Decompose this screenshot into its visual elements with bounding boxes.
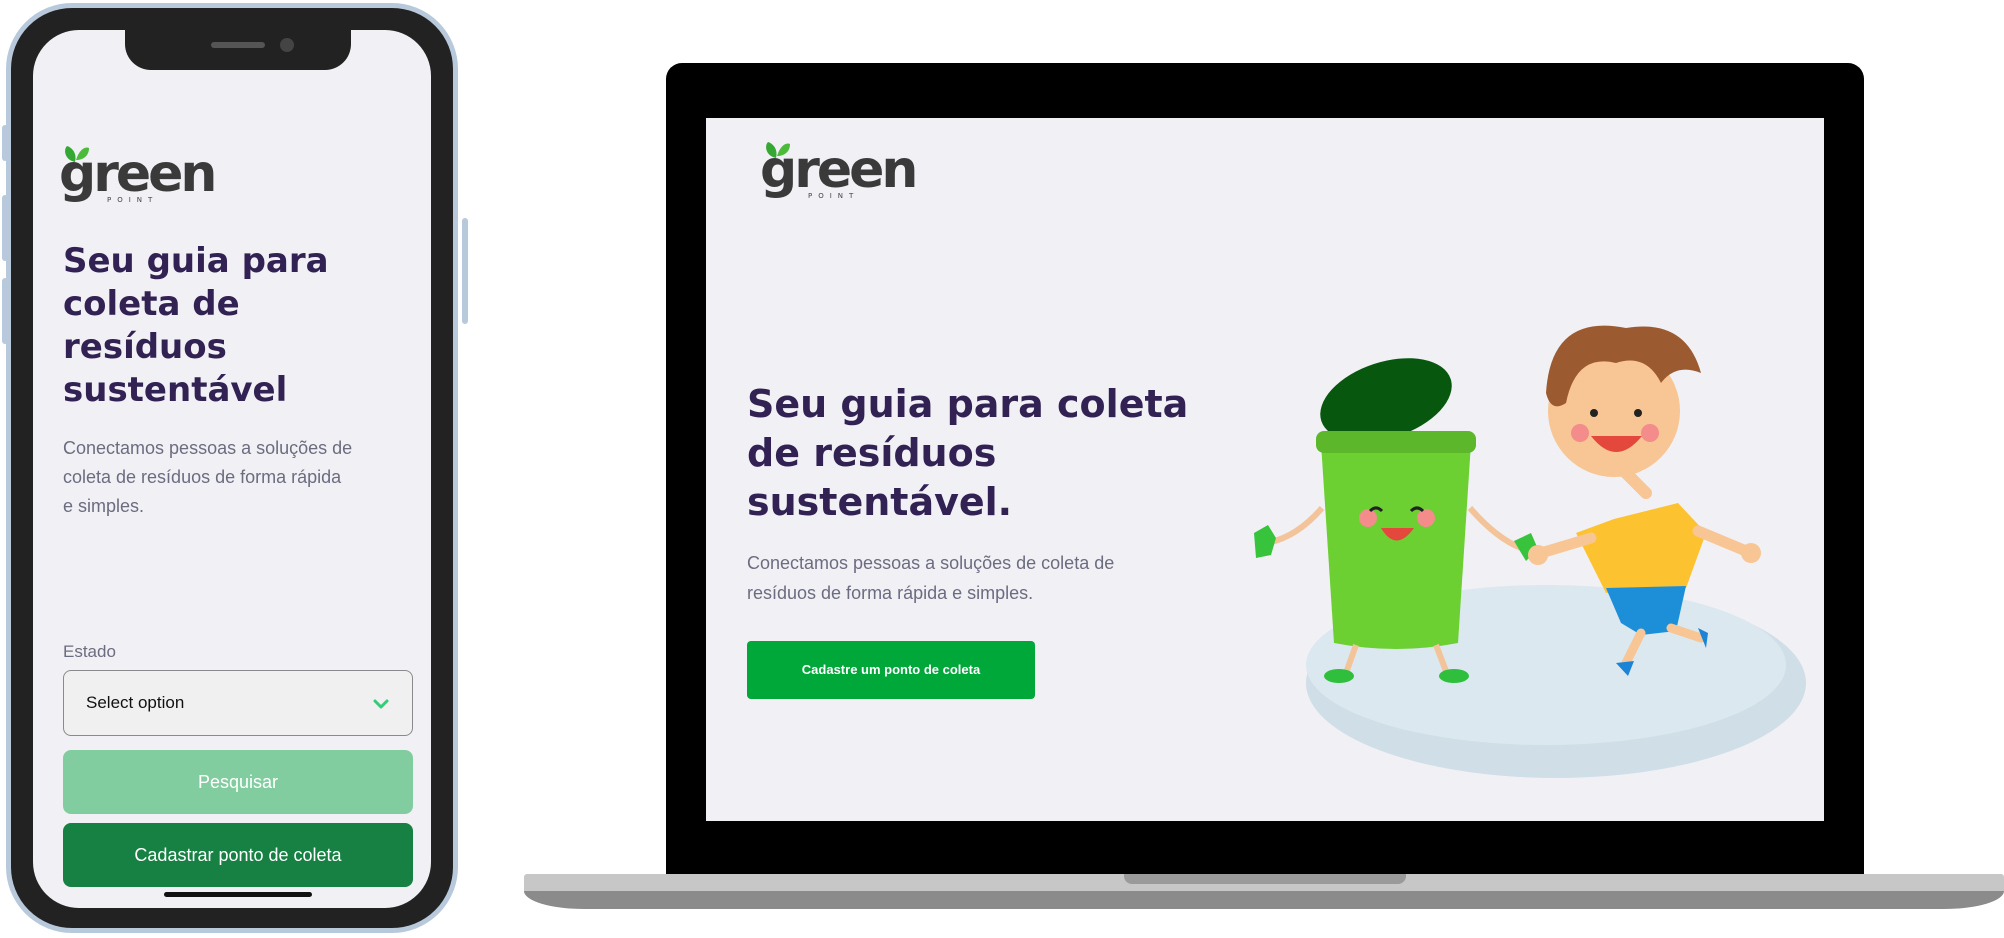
brand-wordmark: green <box>760 140 918 200</box>
phone-power-button <box>462 218 468 324</box>
state-select[interactable]: Select option <box>63 670 413 736</box>
brand-logo: green POINT <box>760 142 918 204</box>
state-select-value: Select option <box>86 693 185 712</box>
desktop-screen: green POINT Seu guia para coleta de resí… <box>706 118 1824 821</box>
boy-shirt <box>1576 503 1706 593</box>
state-label: Estado <box>63 642 116 661</box>
speaker-icon <box>211 42 265 48</box>
hero-title: Seu guia para coleta de resíduos sustent… <box>747 382 1189 524</box>
phone-mockup: green POINT Seu guia para coleta de resí… <box>6 3 458 933</box>
brand-subtitle: POINT <box>107 196 159 204</box>
phone-notch <box>125 30 351 70</box>
hero-description: Conectamos pessoas a soluções de coleta … <box>747 553 1115 603</box>
hero-title: Seu guia para coleta de resíduos sustent… <box>63 241 329 410</box>
search-button[interactable]: Pesquisar <box>63 750 413 814</box>
phone-volume-down <box>2 278 8 344</box>
brand-wordmark: green <box>59 144 217 204</box>
chevron-down-icon <box>373 699 389 709</box>
phone-side-button <box>2 125 8 161</box>
brand-subtitle: POINT <box>808 192 860 200</box>
register-collection-point-button[interactable]: Cadastre um ponto de coleta <box>747 641 1035 699</box>
camera-icon <box>280 38 294 52</box>
bin-rim <box>1316 431 1476 453</box>
home-indicator <box>164 892 312 897</box>
laptop-trackpad-notch <box>1124 874 1406 884</box>
mobile-screen: green POINT Seu guia para coleta de resí… <box>33 30 431 908</box>
phone-volume-up <box>2 195 8 261</box>
hero-illustration <box>1254 325 1806 778</box>
register-collection-point-button[interactable]: Cadastrar ponto de coleta <box>63 823 413 887</box>
bin-body <box>1321 443 1471 649</box>
laptop-base-bottom <box>524 891 2004 909</box>
brand-logo: green POINT <box>59 146 217 208</box>
hero-description: Conectamos pessoas a soluções de coleta … <box>63 438 353 516</box>
